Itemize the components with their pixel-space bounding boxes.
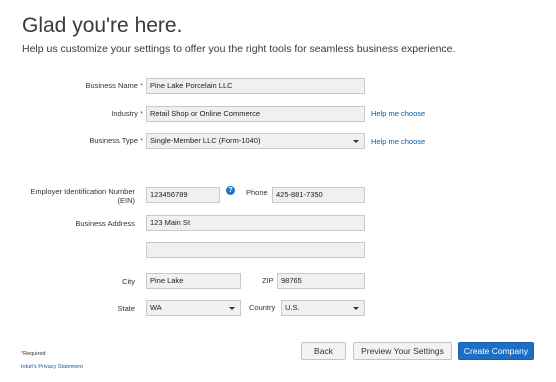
business-name-label: Business Name * (85, 81, 143, 90)
country-select[interactable]: U.S. (281, 300, 365, 316)
ein-label-line2: (EIN) (117, 196, 136, 205)
ein-label-line1: Employer Identification Number (30, 187, 135, 196)
state-value: WA (150, 303, 162, 312)
city-input[interactable]: Pine Lake (146, 273, 241, 289)
industry-input[interactable]: Retail Shop or Online Commerce (146, 106, 365, 122)
help-icon[interactable]: ? (226, 186, 235, 195)
preview-settings-button[interactable]: Preview Your Settings (353, 342, 452, 360)
business-type-label: Business Type * (89, 136, 143, 145)
state-select[interactable]: WA (146, 300, 241, 316)
zip-label: ZIP (262, 276, 274, 285)
zip-input[interactable]: 98765 (277, 273, 365, 289)
required-mark: * (140, 109, 143, 118)
create-company-button[interactable]: Create Company (458, 342, 534, 360)
page-subtitle: Help us customize your settings to offer… (22, 43, 456, 55)
country-label: Country (249, 303, 276, 312)
industry-label: Industry * (111, 109, 143, 118)
business-name-input[interactable]: Pine Lake Porcelain LLC (146, 78, 365, 94)
city-label: City (122, 277, 135, 286)
country-value: U.S. (285, 303, 300, 312)
required-mark: * (140, 81, 143, 90)
industry-label-text: Industry (111, 109, 138, 118)
required-note-text: Required (23, 351, 46, 357)
industry-help-link[interactable]: Help me choose (371, 109, 425, 118)
business-address-label: Business Address (75, 219, 135, 228)
business-type-label-text: Business Type (89, 136, 138, 145)
privacy-statement-link[interactable]: Intuit's Privacy Statement (21, 364, 83, 370)
business-name-label-text: Business Name (85, 81, 138, 90)
phone-label: Phone (246, 188, 268, 197)
ein-label: Employer Identification Number (EIN) (30, 187, 135, 205)
phone-input[interactable]: 425-881-7350 (272, 187, 365, 203)
required-mark: * (140, 136, 143, 145)
ein-input[interactable]: 123456789 (146, 187, 220, 203)
address-line1-input[interactable]: 123 Main St (146, 215, 365, 231)
state-label: State (117, 304, 135, 313)
business-type-select[interactable]: Single-Member LLC (Form-1040) (146, 133, 365, 149)
required-note: *Required (21, 351, 45, 357)
page-title: Glad you're here. (22, 14, 183, 37)
address-line2-input[interactable] (146, 242, 365, 258)
business-type-value: Single-Member LLC (Form-1040) (150, 136, 261, 145)
back-button[interactable]: Back (301, 342, 346, 360)
business-type-help-link[interactable]: Help me choose (371, 137, 425, 146)
